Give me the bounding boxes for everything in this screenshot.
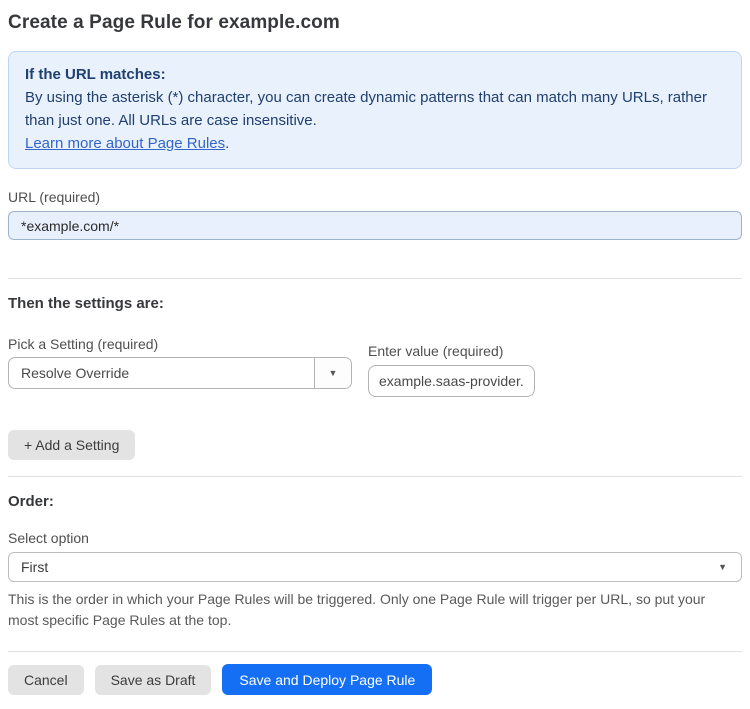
cancel-button[interactable]: Cancel <box>8 664 84 695</box>
url-input[interactable] <box>8 211 742 240</box>
order-help-text: This is the order in which your Page Rul… <box>8 591 706 628</box>
order-select-value: First <box>21 559 49 575</box>
page-title: Create a Page Rule for example.com <box>8 12 340 33</box>
link-period: . <box>225 135 230 152</box>
order-select-label: Select option <box>8 530 89 546</box>
pick-setting-column: Pick a Setting (required) Resolve Overri… <box>8 336 352 389</box>
chevron-down-icon: ▼ <box>718 562 727 572</box>
learn-more-link[interactable]: Learn more about Page Rules <box>25 135 225 152</box>
chevron-down-icon[interactable]: ▼ <box>314 358 351 388</box>
setting-value-input[interactable] <box>368 365 535 397</box>
save-deploy-button[interactable]: Save and Deploy Page Rule <box>222 664 433 695</box>
enter-value-column: Enter value (required) <box>368 343 535 397</box>
create-page-rule-form: Create a Page Rule for example.com If th… <box>0 0 750 709</box>
enter-value-label: Enter value (required) <box>368 343 504 359</box>
settings-heading: Then the settings are: <box>8 295 164 312</box>
info-box-body: By using the asterisk (*) character, you… <box>25 89 707 129</box>
url-label: URL (required) <box>8 189 101 205</box>
setting-row: Pick a Setting (required) Resolve Overri… <box>8 336 742 397</box>
url-match-info-box: If the URL matches: By using the asteris… <box>8 51 742 169</box>
pick-setting-dropdown[interactable]: Resolve Override ▼ <box>8 357 352 389</box>
order-select[interactable]: First ▼ <box>8 552 742 582</box>
pick-setting-dropdown-value: Resolve Override <box>21 365 130 381</box>
info-box-heading: If the URL matches: <box>25 66 166 83</box>
save-draft-button[interactable]: Save as Draft <box>94 664 212 695</box>
form-actions: Cancel Save as Draft Save and Deploy Pag… <box>8 664 742 695</box>
order-heading: Order: <box>8 493 54 510</box>
info-box-link-line: Learn more about Page Rules. <box>25 132 725 155</box>
pick-setting-label: Pick a Setting (required) <box>8 336 159 352</box>
divider <box>8 278 742 279</box>
divider <box>8 651 742 652</box>
divider <box>8 476 742 477</box>
add-setting-button[interactable]: + Add a Setting <box>8 430 136 460</box>
